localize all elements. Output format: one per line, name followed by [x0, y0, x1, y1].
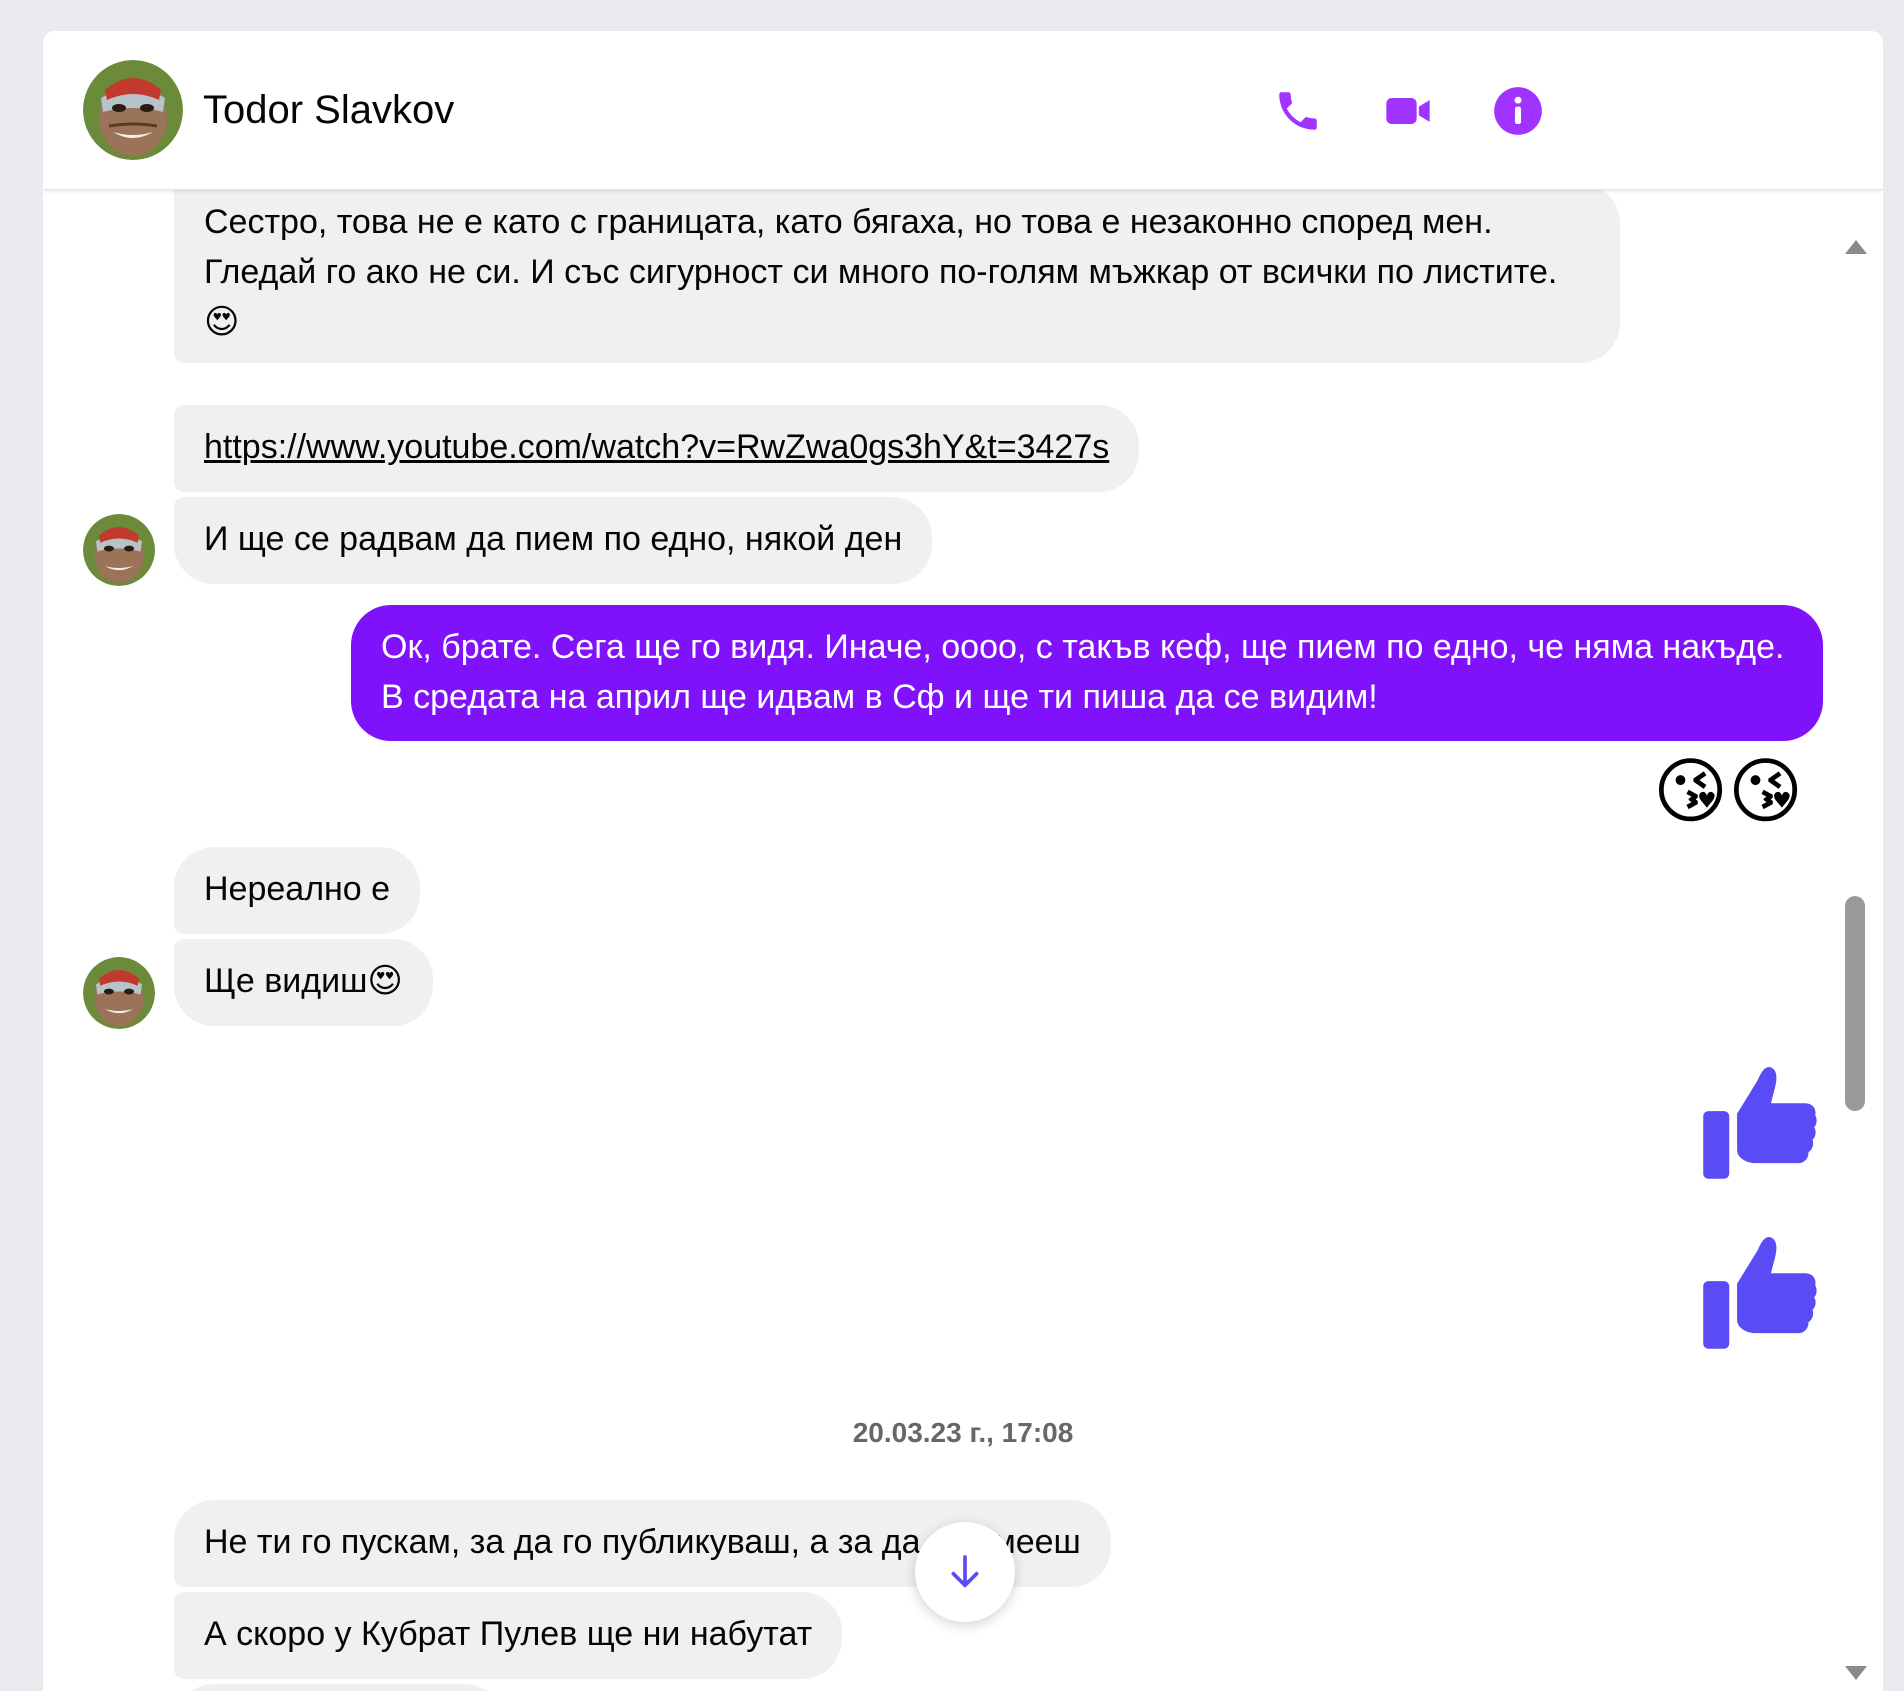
message-text: Сестро, това не е като с границата, като…: [204, 203, 1558, 291]
kissing-emoji-message[interactable]: 😘😘: [1653, 747, 1803, 837]
message-incoming[interactable]: Нереално е: [174, 847, 421, 934]
contact-avatar-small[interactable]: [83, 514, 155, 586]
message-text: Ще видиш: [204, 962, 368, 1000]
message-outgoing[interactable]: Ок, брате. Сега ще го видя. Иначе, оооо,…: [351, 605, 1823, 741]
chat-header: Todor Slavkov: [43, 31, 1883, 190]
contact-name[interactable]: Todor Slavkov: [203, 86, 454, 134]
message-list[interactable]: Сестро, това не е като с границата, като…: [43, 189, 1883, 1691]
youtube-link[interactable]: https://www.youtube.com/watch?v=RwZwa0gs…: [204, 428, 1109, 466]
chat-panel: Todor Slavkov Сестро, това не е като с г…: [43, 31, 1883, 1691]
message-text: Ок, брате. Сега ще го видя. Иначе, оооо,…: [381, 628, 1785, 716]
message-text: А скоро у Кубрат Пулев ще ни набутат: [204, 1615, 813, 1653]
message-text: Нереално е: [204, 870, 391, 908]
message-incoming[interactable]: Ще видиш😍: [174, 939, 433, 1026]
contact-avatar-small[interactable]: [83, 957, 155, 1029]
heart-eyes-emoji: 😍: [204, 303, 240, 341]
message-incoming[interactable]: И ще се радвам да пием по едно, някой де…: [174, 497, 933, 584]
info-icon[interactable]: [1490, 83, 1546, 139]
scrollbar-thumb[interactable]: [1845, 896, 1865, 1111]
arrow-down-icon: [951, 1555, 979, 1588]
message-incoming-partial[interactable]: [174, 1684, 504, 1691]
video-icon[interactable]: [1380, 83, 1436, 139]
message-timestamp: 20.03.23 г., 17:08: [852, 1417, 1074, 1448]
like-thumb-icon[interactable]: [1698, 1059, 1823, 1184]
message-incoming[interactable]: А скоро у Кубрат Пулев ще ни набутат: [174, 1592, 843, 1679]
contact-avatar[interactable]: [83, 60, 183, 160]
scroll-up-arrow-icon[interactable]: [1845, 240, 1867, 254]
message-text: И ще се радвам да пием по едно, някой де…: [204, 520, 903, 558]
like-thumb-icon[interactable]: [1698, 1229, 1823, 1354]
scrollbar[interactable]: [1839, 196, 1871, 1691]
scroll-to-bottom-button[interactable]: [915, 1522, 1015, 1622]
scroll-down-arrow-icon[interactable]: [1845, 1666, 1867, 1680]
message-incoming[interactable]: Сестро, това не е като с границата, като…: [174, 189, 1620, 363]
message-incoming-link[interactable]: https://www.youtube.com/watch?v=RwZwa0gs…: [174, 405, 1140, 492]
heart-eyes-emoji: 😍: [367, 962, 403, 1000]
phone-icon[interactable]: [1270, 83, 1326, 139]
